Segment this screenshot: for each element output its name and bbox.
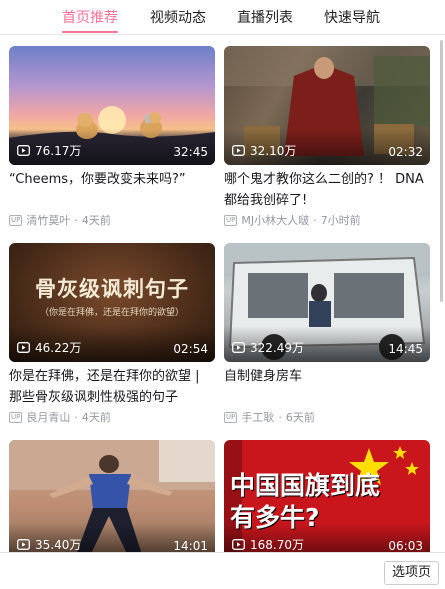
view-count: 322.49万 [232, 339, 304, 356]
up-icon: UP [224, 411, 238, 423]
options-page-button[interactable]: 选项页 [383, 561, 439, 585]
view-count-text: 46.22万 [35, 341, 82, 355]
video-duration: 32:45 [173, 145, 208, 159]
video-duration: 02:54 [173, 342, 208, 356]
video-thumbnail[interactable]: 76.17万 32:45 [9, 46, 215, 165]
meta-separator: · [74, 410, 78, 424]
publish-time: 4天前 [81, 214, 111, 227]
top-tab-bar: 首页推荐 视频动态 直播列表 快速导航 [0, 0, 445, 35]
video-meta: UP 清竹莫叶 · 4天前 [9, 212, 215, 228]
publish-time: 4天前 [81, 411, 111, 424]
up-icon: UP [224, 214, 238, 226]
publish-time: 6天前 [285, 411, 315, 424]
up-icon: UP [9, 214, 23, 226]
author-name[interactable]: 清竹莫叶 [26, 212, 70, 228]
view-count-text: 35.40万 [35, 538, 82, 552]
video-duration: 02:32 [388, 145, 423, 159]
video-meta: UP MJ小林大人啵 · 7小时前 [224, 212, 430, 228]
video-meta: UP 良月青山 · 4天前 [9, 409, 215, 425]
video-card[interactable]: 35.40万 14:01 [9, 440, 215, 552]
meta-separator: · [313, 213, 317, 227]
publish-time: 7小时前 [320, 214, 361, 227]
tab-video-dynamics[interactable]: 视频动态 [150, 7, 206, 27]
bottom-bar: 选项页 [0, 552, 445, 589]
video-feed: 76.17万 32:45 “Cheems，你要改变未来吗?” UP 清竹莫叶 ·… [0, 35, 440, 552]
thumbnail-caption: 骨灰级讽刺句子 [35, 276, 189, 301]
video-title[interactable]: 你是在拜佛，还是在拜你的欲望 | 那些骨灰级讽刺性极强的句子 [9, 366, 215, 408]
video-thumbnail[interactable]: 35.40万 14:01 [9, 440, 215, 552]
author-name[interactable]: 手工耿 [241, 409, 274, 425]
video-title[interactable]: 哪个鬼才教你这么二创的? ！ DNA都给我创碎了! [224, 169, 430, 211]
video-thumbnail[interactable]: 中国国旗到底有多牛? 168.70万 06:03 [224, 440, 430, 552]
tab-quick-nav[interactable]: 快速导航 [324, 7, 380, 27]
video-duration: 06:03 [388, 539, 423, 552]
view-count: 168.70万 [232, 536, 304, 552]
feed-scrollbar[interactable] [440, 40, 443, 302]
play-count-icon [232, 539, 245, 550]
video-thumbnail[interactable]: 骨灰级讽刺句子 （你是在拜佛，还是在拜你的欲望） 46.22万 02:54 [9, 243, 215, 362]
play-count-icon [17, 342, 30, 353]
up-icon: UP [9, 411, 23, 423]
tab-live-list[interactable]: 直播列表 [237, 7, 293, 27]
thumbnail-subcaption: （你是在拜佛，还是在拜你的欲望） [39, 308, 184, 318]
view-count-text: 32.10万 [250, 144, 297, 158]
video-thumbnail[interactable]: 322.49万 14:45 [224, 243, 430, 362]
play-count-icon [17, 539, 30, 550]
view-count: 35.40万 [17, 536, 81, 552]
video-card[interactable]: 中国国旗到底有多牛? 168.70万 06:03 [224, 440, 430, 552]
view-count: 46.22万 [17, 339, 81, 356]
video-title[interactable]: 自制健身房车 [224, 366, 430, 408]
view-count-text: 322.49万 [250, 341, 304, 355]
video-meta: UP 手工耿 · 6天前 [224, 409, 430, 425]
author-name[interactable]: 良月青山 [26, 409, 70, 425]
video-card[interactable]: 32.10万 02:32 哪个鬼才教你这么二创的? ！ DNA都给我创碎了! U… [224, 46, 430, 228]
play-count-icon [17, 145, 30, 156]
video-title[interactable]: “Cheems，你要改变未来吗?” [9, 169, 215, 211]
view-count: 32.10万 [232, 142, 296, 159]
tab-home-recommend[interactable]: 首页推荐 [62, 7, 118, 27]
play-count-icon [232, 342, 245, 353]
meta-separator: · [278, 410, 282, 424]
video-card[interactable]: 322.49万 14:45 自制健身房车 UP 手工耿 · 6天前 [224, 243, 430, 425]
play-count-icon [232, 145, 245, 156]
view-count-text: 168.70万 [250, 538, 304, 552]
meta-separator: · [74, 213, 78, 227]
video-card[interactable]: 骨灰级讽刺句子 （你是在拜佛，还是在拜你的欲望） 46.22万 02:54 你是… [9, 243, 215, 425]
view-count-text: 76.17万 [35, 144, 82, 158]
view-count: 76.17万 [17, 142, 81, 159]
video-thumbnail[interactable]: 32.10万 02:32 [224, 46, 430, 165]
video-duration: 14:45 [388, 342, 423, 356]
video-duration: 14:01 [173, 539, 208, 552]
video-card[interactable]: 76.17万 32:45 “Cheems，你要改变未来吗?” UP 清竹莫叶 ·… [9, 46, 215, 228]
author-name[interactable]: MJ小林大人啵 [241, 212, 309, 228]
active-tab-indicator [62, 31, 118, 33]
